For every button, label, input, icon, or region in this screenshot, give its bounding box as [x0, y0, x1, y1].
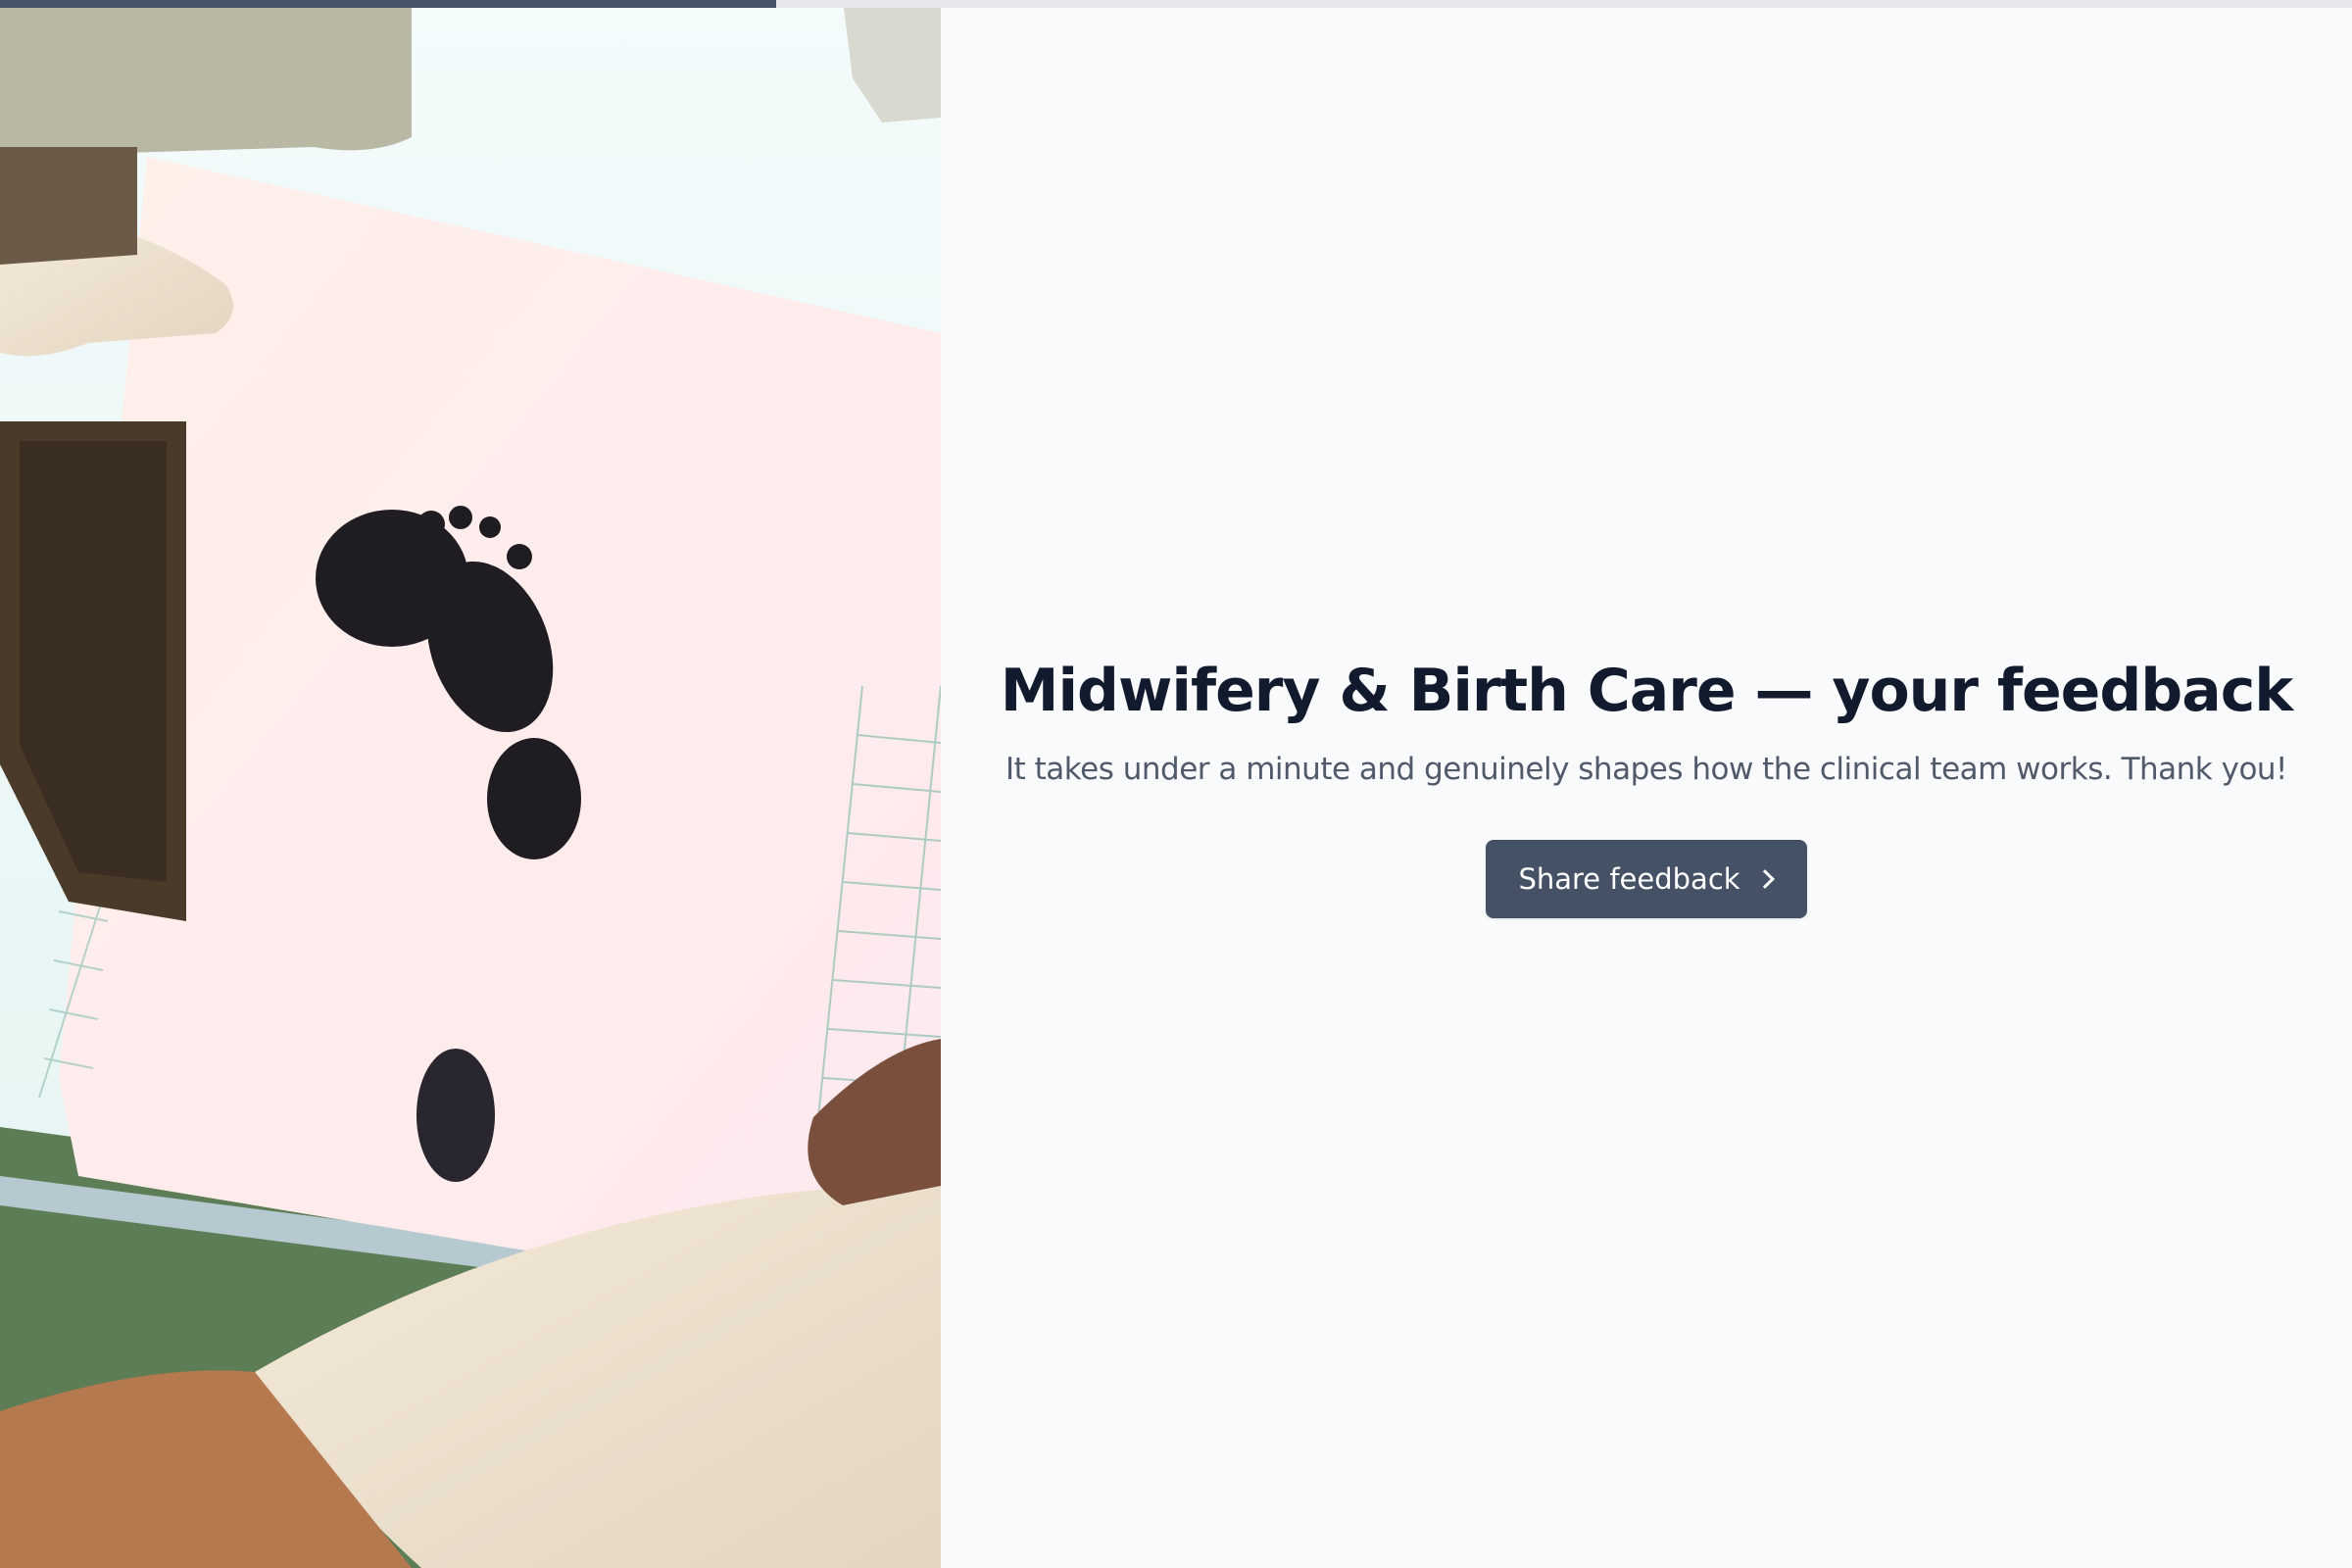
share-feedback-button[interactable]: Share feedback: [1486, 840, 1807, 918]
page-subtitle: It takes under a minute and genuinely sh…: [1005, 752, 2287, 787]
share-feedback-label: Share feedback: [1518, 862, 1740, 896]
progress-bar-fill: [0, 0, 776, 8]
chevron-right-icon: [1754, 869, 1775, 889]
intro-section: Midwifery & Birth Care — your feedback I…: [941, 652, 2352, 918]
content-panel: Midwifery & Birth Care — your feedback I…: [941, 0, 2352, 1568]
page-title: Midwifery & Birth Care — your feedback: [1000, 657, 2293, 725]
hero-image: [0, 0, 941, 1568]
progress-bar: [0, 0, 2352, 8]
